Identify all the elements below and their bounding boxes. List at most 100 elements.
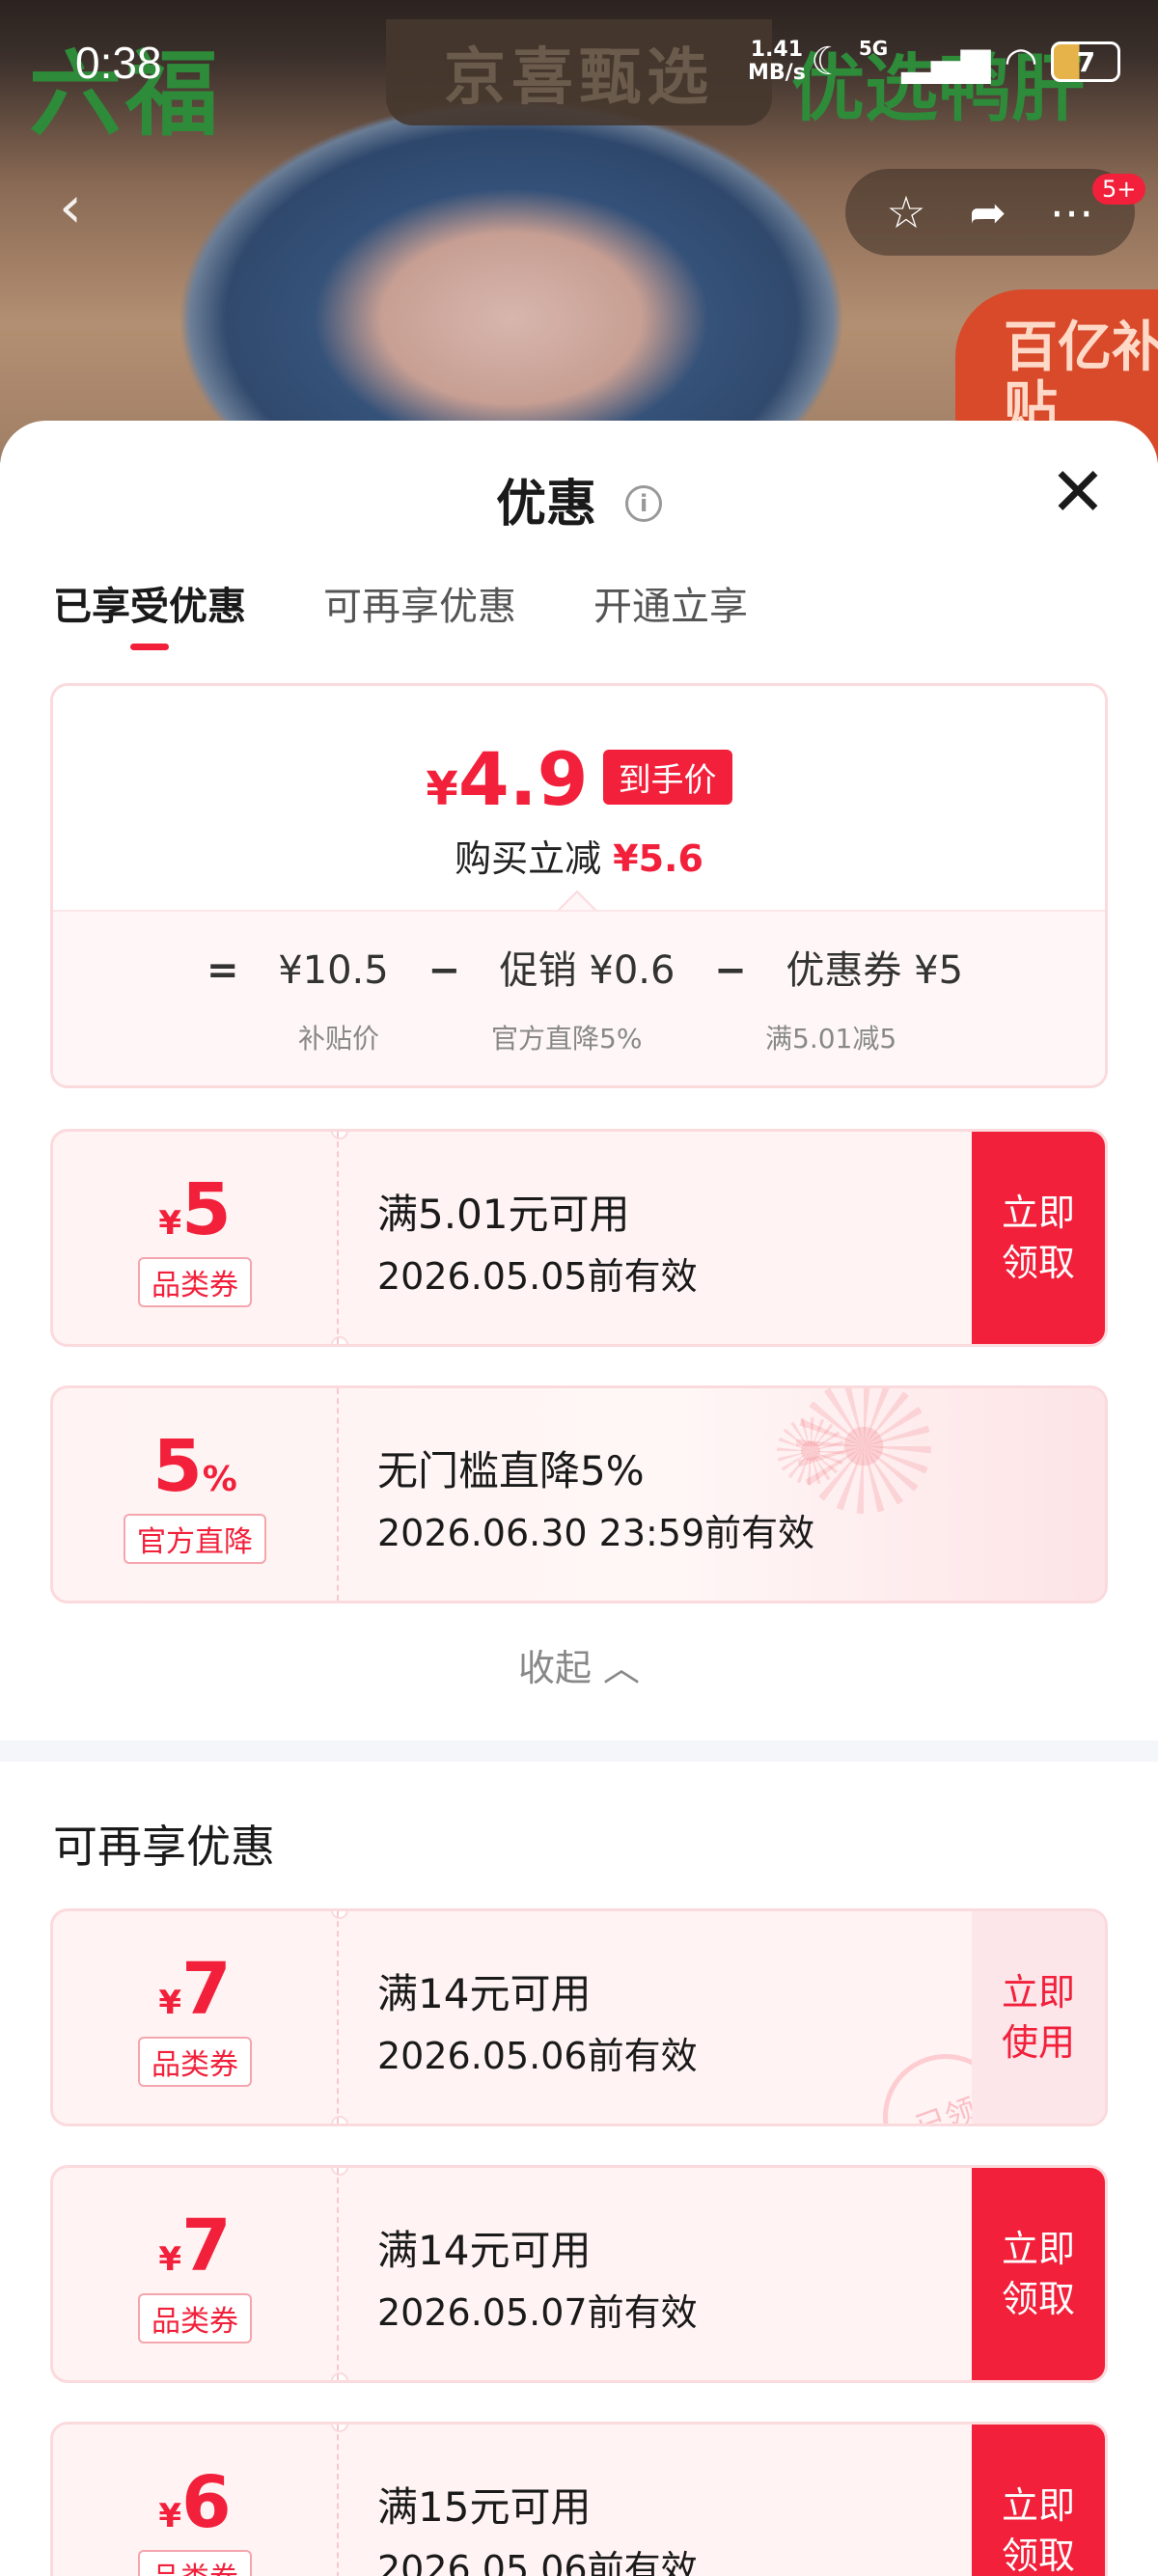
chevron-up-icon: ︿ xyxy=(603,1647,641,1689)
coupon-symbol: ¥ xyxy=(158,2497,182,2535)
sheet-title: 优惠 i xyxy=(0,463,1158,535)
coupon-condition: 满15元可用 xyxy=(377,2483,592,2531)
coupon-details: 无门槛直降5% 2026.06.30 23:59前有效 xyxy=(377,1439,814,1556)
coupon-amount: 优惠券 ¥5 xyxy=(786,948,964,993)
coupon-number: 7 xyxy=(181,1948,232,2031)
wifi-icon: ◠ xyxy=(1004,40,1038,84)
price-summary-top: ¥4.9 到手价 购买立减 ¥5.6 xyxy=(53,686,1105,910)
subsidy-price: ¥10.5 xyxy=(278,948,389,993)
coupon-card: ¥6 品类券 满15元可用 2026.05.06前有效 立即领取 xyxy=(50,2422,1108,2576)
star-icon[interactable]: ☆ xyxy=(886,186,925,238)
coupon-details: 满5.01元可用 2026.05.05前有效 xyxy=(377,1182,698,1300)
coupon-percent: % xyxy=(202,1460,237,1499)
network-type: 5G xyxy=(858,37,889,60)
coupon-amount: ¥5 xyxy=(158,1168,231,1251)
coupon-number: 6 xyxy=(181,2461,232,2544)
breakdown-equation: = ¥10.5 − 促销 ¥0.6 − 优惠券 ¥5 xyxy=(53,939,1105,995)
more-icon[interactable]: ⋯ xyxy=(1050,186,1094,238)
coupon-symbol: ¥ xyxy=(158,1204,182,1243)
coupon-expiry: 2026.05.05前有效 xyxy=(377,1255,698,1298)
back-icon[interactable]: ‹ xyxy=(27,164,114,251)
coupon-details: 满14元可用 2026.05.07前有效 xyxy=(377,2218,698,2336)
coupon-type: 品类券 xyxy=(138,2293,252,2343)
tab-enjoyed[interactable]: 已享受优惠 xyxy=(53,575,246,650)
coupon-symbol: ¥ xyxy=(158,2240,182,2279)
minus-sign: − xyxy=(714,948,747,993)
net-speed-unit: MB/s xyxy=(748,61,806,85)
collapse-label: 收起 xyxy=(517,1647,592,1689)
tab-more[interactable]: 可再享优惠 xyxy=(323,575,516,650)
coupon-amount: ¥6 xyxy=(158,2461,231,2544)
price-breakdown: = ¥10.5 − 促销 ¥0.6 − 优惠券 ¥5 补贴价 官方直降5% 满5… xyxy=(53,910,1105,1085)
coupon-amount: ¥7 xyxy=(158,1948,231,2031)
coupon-type: 品类券 xyxy=(138,2550,252,2576)
coupon-condition: 满14元可用 xyxy=(377,2227,592,2274)
claim-coupon-button[interactable]: 立即 领取 xyxy=(972,1132,1105,1344)
promo-label: 官方直降5% xyxy=(491,1023,643,1055)
status-icons: ☾ 5G ▂▄▆ ◠ 7 xyxy=(811,37,1121,85)
coupon-amount: ¥7 xyxy=(158,2205,231,2288)
coupon-condition: 满5.01元可用 xyxy=(377,1191,630,1238)
signal-icon: ▂▄▆ xyxy=(901,40,991,84)
coupon-card: ¥7 品类券 满14元可用 2026.05.07前有效 立即 领取 xyxy=(50,2165,1108,2383)
section-title-more: 可再享优惠 xyxy=(53,1821,275,1873)
minus-sign: − xyxy=(427,948,460,993)
status-time: 0:38 xyxy=(75,38,162,88)
discount-sheet: 优惠 i ✕ 已享受优惠 可再享优惠 开通立享 ¥4.9 到手价 购买立减 ¥5… xyxy=(0,421,1158,2576)
coupon-amount: 5% xyxy=(152,1425,237,1508)
net-speed: 1.41 MB/s xyxy=(748,39,806,85)
coupon-expiry: 2026.05.07前有效 xyxy=(377,2291,698,2334)
coupon-card: ¥5 品类券 满5.01元可用 2026.05.05前有效 立即 领取 xyxy=(50,1129,1108,1347)
coupon-number: 7 xyxy=(181,2205,232,2288)
battery-level: 7 xyxy=(1076,45,1096,78)
coupon-type: 品类券 xyxy=(138,2037,252,2087)
final-price: ¥4.9 到手价 xyxy=(53,736,1105,822)
coupon-condition: 无门槛直降5% xyxy=(377,1447,645,1494)
price-summary-card: ¥4.9 到手价 购买立减 ¥5.6 = ¥10.5 − 促销 ¥0.6 − 优… xyxy=(50,683,1108,1088)
coupon-type: 品类券 xyxy=(138,1257,252,1307)
close-button[interactable]: ✕ xyxy=(1044,458,1112,531)
coupon-value-area: ¥6 品类券 xyxy=(53,2425,339,2576)
share-icon[interactable]: ➦ xyxy=(969,186,1006,238)
coupon-value-area: ¥7 品类券 xyxy=(53,1911,339,2124)
moon-icon: ☾ xyxy=(811,40,845,84)
discount-label: 购买立减 xyxy=(455,837,602,880)
battery-icon: 7 xyxy=(1051,41,1121,82)
cart-count-badge: 5+ xyxy=(1092,174,1146,205)
tab-bar: 已享受优惠 可再享优惠 开通立享 xyxy=(53,575,748,650)
section-divider xyxy=(0,1740,1158,1762)
equals-sign: = xyxy=(206,948,239,993)
coupon-number: 5 xyxy=(152,1425,203,1508)
coupon-label: 满5.01减5 xyxy=(765,1023,897,1055)
price-symbol: ¥ xyxy=(426,762,458,816)
subsidy-label: 补贴价 xyxy=(298,1023,380,1055)
coupon-expiry: 2026.05.06前有效 xyxy=(377,2035,698,2077)
status-bar: 0:38 1.41 MB/s ☾ 5G ▂▄▆ ◠ 7 xyxy=(0,0,1158,125)
collapse-button[interactable]: 收起 ︿ xyxy=(0,1638,1158,1691)
coupon-expiry: 2026.06.30 23:59前有效 xyxy=(377,1512,815,1554)
use-coupon-button[interactable]: 立即 使用 xyxy=(972,1911,1105,2124)
coupon-number: 5 xyxy=(181,1168,232,1251)
promo-amount: 促销 ¥0.6 xyxy=(499,948,676,993)
net-speed-value: 1.41 xyxy=(750,38,804,62)
coupon-condition: 满14元可用 xyxy=(377,1970,592,2017)
coupon-type: 官方直降 xyxy=(124,1514,266,1564)
price-tag: 到手价 xyxy=(602,750,732,805)
claim-coupon-button[interactable]: 立即 领取 xyxy=(972,2168,1105,2380)
price-value: 4.9 xyxy=(457,736,589,822)
coupon-details: 满14元可用 2026.05.06前有效 xyxy=(377,1961,698,2079)
coupon-card: 5% 官方直降 无门槛直降5% 2026.06.30 23:59前有效 xyxy=(50,1385,1108,1603)
discount-value: ¥5.6 xyxy=(613,837,703,880)
coupon-value-area: 5% 官方直降 xyxy=(53,1388,339,1601)
coupon-expiry: 2026.05.06前有效 xyxy=(377,2548,698,2576)
info-icon[interactable]: i xyxy=(625,485,663,522)
discount-line: 购买立减 ¥5.6 xyxy=(53,829,1105,882)
coupon-value-area: ¥5 品类券 xyxy=(53,1132,339,1344)
nav-actions: ☆ ➦ ⋯ xyxy=(845,169,1135,256)
coupon-symbol: ¥ xyxy=(158,1984,182,2022)
claim-coupon-button[interactable]: 立即 领取 xyxy=(972,2425,1105,2576)
product-plate-image xyxy=(145,77,878,463)
sheet-title-text: 优惠 xyxy=(495,476,596,534)
tab-open[interactable]: 开通立享 xyxy=(593,575,748,650)
coupon-details: 满15元可用 2026.05.06前有效 xyxy=(377,2475,698,2576)
